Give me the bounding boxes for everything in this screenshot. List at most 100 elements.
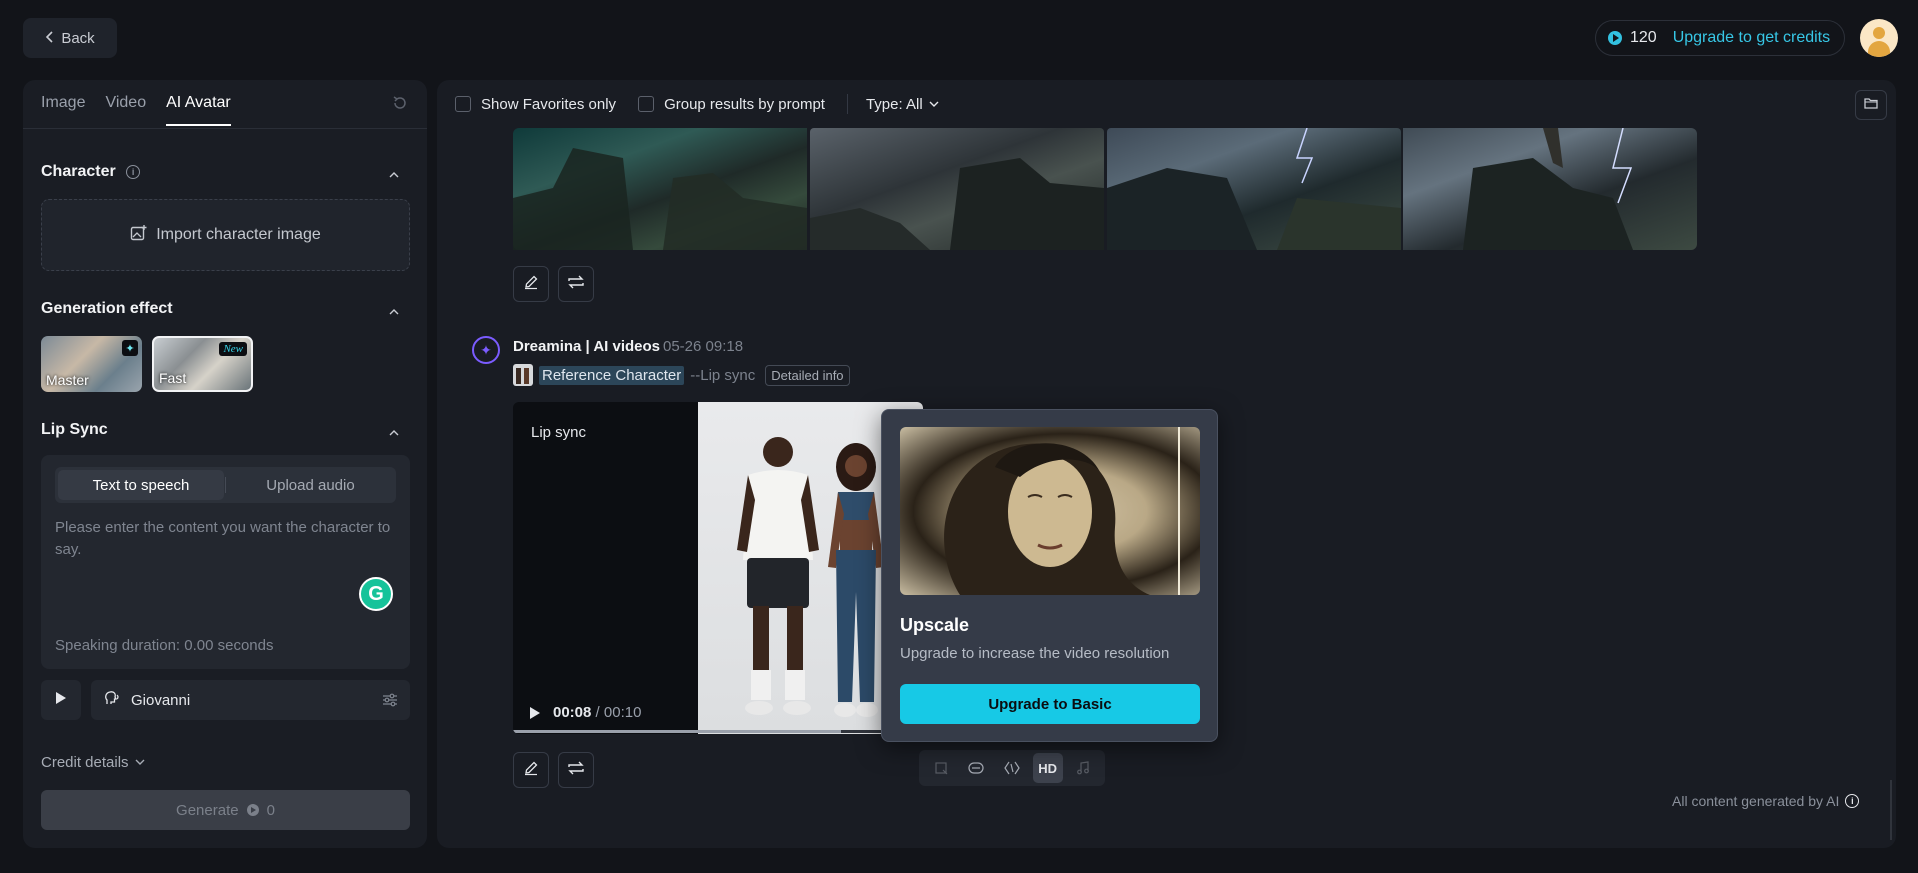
info-icon[interactable]: i bbox=[1845, 794, 1860, 808]
regenerate-button[interactable] bbox=[558, 266, 594, 302]
effect-option-master[interactable]: ✦ Master bbox=[41, 336, 142, 392]
tab-image[interactable]: Image bbox=[41, 94, 85, 126]
pencil-icon bbox=[523, 274, 539, 295]
reference-thumbnail[interactable] bbox=[513, 364, 533, 386]
tab-video[interactable]: Video bbox=[105, 94, 146, 126]
video-progress-fill bbox=[513, 730, 841, 733]
upgrade-to-basic-button[interactable]: Upgrade to Basic bbox=[900, 684, 1200, 724]
checkbox[interactable] bbox=[455, 96, 471, 112]
repeat-icon bbox=[567, 760, 585, 781]
detailed-info-button[interactable]: Detailed info bbox=[765, 364, 850, 386]
credit-details-toggle[interactable]: Credit details bbox=[41, 754, 145, 771]
chevron-left-icon bbox=[45, 30, 55, 47]
upscale-preview-image bbox=[900, 427, 1200, 595]
repeat-icon bbox=[567, 274, 585, 295]
video-tools: HD bbox=[919, 750, 1105, 786]
grammarly-icon[interactable]: G bbox=[359, 577, 393, 611]
result-thumbnail[interactable] bbox=[810, 128, 1104, 250]
mode-suffix: --Lip sync bbox=[690, 366, 756, 384]
effect-option-fast[interactable]: New Fast bbox=[152, 336, 253, 392]
upgrade-credits-link[interactable]: Upgrade to get credits bbox=[1673, 29, 1830, 47]
speech-text-input[interactable]: Please enter the content you want the ch… bbox=[55, 517, 400, 561]
result-prompt-row: Reference Character --Lip sync Detailed … bbox=[513, 364, 850, 386]
tab-divider bbox=[23, 128, 427, 129]
info-icon[interactable]: i bbox=[126, 164, 141, 179]
result-thumbnail[interactable] bbox=[1107, 127, 1401, 250]
result-source: Dreamina | AI videos bbox=[513, 338, 661, 355]
credits-pill[interactable]: 120 Upgrade to get credits bbox=[1595, 20, 1845, 56]
video-mode-label: Lip sync bbox=[531, 424, 587, 441]
result-timestamp: 05-26 09:18 bbox=[663, 338, 744, 355]
lip-sync-panel: Text to speech Upload audio Please enter… bbox=[41, 455, 410, 669]
import-character-button[interactable]: Import character image bbox=[41, 199, 410, 271]
type-dropdown[interactable]: Type: All bbox=[866, 96, 939, 113]
interpolate-icon[interactable] bbox=[961, 753, 991, 783]
time-current: 00:08 bbox=[553, 704, 592, 721]
upscale-description: Upgrade to increase the video resolution bbox=[900, 645, 1170, 662]
group-by-prompt-filter[interactable]: Group results by prompt bbox=[638, 96, 825, 113]
character-section-header: Character i bbox=[41, 163, 141, 181]
voice-settings-icon[interactable] bbox=[382, 692, 398, 708]
voice-name: Giovanni bbox=[131, 691, 191, 709]
mode-tabs: Image Video AI Avatar bbox=[41, 94, 231, 126]
crop-icon[interactable] bbox=[926, 753, 956, 783]
credit-coin-icon bbox=[246, 804, 259, 816]
diamond-icon[interactable] bbox=[997, 753, 1027, 783]
ai-content-note: All content generated by AI i bbox=[1672, 793, 1860, 809]
result-thumbnail[interactable] bbox=[1403, 127, 1697, 250]
result-thumbnail[interactable] bbox=[513, 128, 807, 250]
chevron-up-icon[interactable] bbox=[389, 167, 399, 185]
checkbox[interactable] bbox=[638, 96, 655, 112]
upload-audio-tab[interactable]: Upload audio bbox=[228, 470, 393, 500]
favorites-filter[interactable]: Show Favorites only bbox=[455, 96, 616, 113]
chevron-up-icon[interactable] bbox=[389, 304, 399, 322]
video-player[interactable]: Lip sync 00:08 / 00:10 bbox=[513, 402, 923, 734]
generate-cost: 0 bbox=[266, 801, 275, 819]
play-icon[interactable] bbox=[529, 706, 541, 725]
edit-button[interactable] bbox=[513, 266, 549, 302]
text-to-speech-tab[interactable]: Text to speech bbox=[58, 470, 224, 500]
credit-details-label: Credit details bbox=[41, 754, 129, 771]
lip-sync-title: Lip Sync bbox=[41, 421, 108, 438]
credit-coin-icon bbox=[1608, 31, 1622, 45]
voice-preview-button[interactable] bbox=[41, 680, 81, 720]
favorites-label: Show Favorites only bbox=[481, 95, 617, 113]
reference-character-label[interactable]: Reference Character bbox=[539, 365, 685, 385]
type-label: Type: All bbox=[865, 95, 923, 113]
credits-count: 120 bbox=[1630, 29, 1657, 46]
video-time: 00:08 / 00:10 bbox=[553, 704, 641, 721]
chevron-up-icon[interactable] bbox=[389, 425, 399, 443]
folder-button[interactable] bbox=[1855, 90, 1887, 120]
generate-label: Generate bbox=[176, 801, 239, 819]
folder-icon bbox=[1864, 96, 1878, 114]
image-add-icon bbox=[130, 224, 148, 247]
lip-sync-mode-toggle: Text to speech Upload audio bbox=[55, 467, 396, 503]
edit-button[interactable] bbox=[513, 752, 549, 788]
effect-label: Fast bbox=[159, 370, 187, 386]
tab-ai-avatar[interactable]: AI Avatar bbox=[166, 94, 231, 126]
upscale-title: Upscale bbox=[900, 615, 970, 635]
regenerate-button[interactable] bbox=[558, 752, 594, 788]
back-button[interactable]: Back bbox=[23, 18, 117, 58]
refresh-icon[interactable] bbox=[391, 94, 409, 112]
speaking-duration: Speaking duration: 0.00 seconds bbox=[55, 637, 274, 654]
chevron-down-icon bbox=[135, 754, 145, 771]
generate-button[interactable]: Generate 0 bbox=[41, 790, 410, 830]
new-badge: New bbox=[219, 342, 247, 356]
back-label: Back bbox=[61, 29, 95, 47]
user-avatar[interactable] bbox=[1860, 19, 1898, 57]
play-icon bbox=[55, 691, 67, 710]
filter-bar: Show Favorites only Group results by pro… bbox=[455, 94, 961, 114]
effect-label: Master bbox=[46, 372, 89, 388]
upscale-hd-button[interactable]: HD bbox=[1032, 753, 1063, 783]
generation-effect-title: Generation effect bbox=[41, 300, 173, 317]
scrollbar[interactable] bbox=[1890, 780, 1892, 840]
pencil-icon bbox=[523, 760, 539, 781]
music-icon[interactable] bbox=[1068, 753, 1098, 783]
voice-selector[interactable]: Giovanni bbox=[91, 680, 410, 720]
character-title: Character bbox=[41, 163, 116, 180]
group-label: Group results by prompt bbox=[664, 95, 825, 113]
time-total: / 00:10 bbox=[595, 704, 642, 721]
video-progress-track[interactable] bbox=[513, 730, 923, 733]
generation-sidebar: Image Video AI Avatar Character i Import… bbox=[23, 80, 427, 848]
